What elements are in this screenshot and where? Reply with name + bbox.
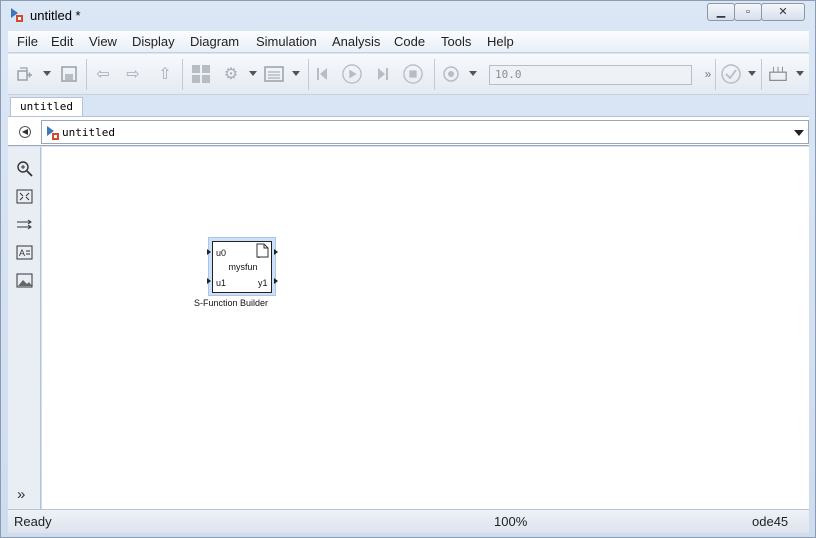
hide-explorer-icon[interactable]: ◀	[19, 126, 31, 138]
route-lines-icon[interactable]	[16, 216, 33, 233]
run-icon[interactable]	[342, 64, 362, 84]
status-bar: Ready 100% ode45	[8, 509, 809, 533]
menu-file[interactable]: File	[17, 34, 38, 49]
explorer-bar: ◀ untitled	[8, 116, 809, 146]
minimize-button[interactable]: ▁	[707, 3, 735, 21]
step-forward-icon[interactable]	[372, 64, 392, 84]
model-path-field[interactable]: untitled	[41, 120, 809, 144]
window-title: untitled *	[30, 8, 81, 23]
solver-name[interactable]: ode45	[752, 514, 788, 529]
inport-label: u1	[216, 278, 227, 288]
toolbar: ⇦ ⇨ ⇧ ⚙ 10.0 »	[8, 54, 809, 95]
tab-untitled[interactable]: untitled	[10, 97, 83, 116]
menu-diagram[interactable]: Diagram	[190, 34, 239, 49]
block-caption[interactable]: S-Function Builder	[194, 298, 268, 308]
toolbar-separator	[308, 59, 309, 90]
toolbar-separator	[434, 59, 435, 90]
block-function-name: mysfun	[228, 262, 258, 272]
toolbar-separator	[86, 59, 87, 90]
model-path: untitled	[62, 126, 115, 139]
toolbar-separator	[761, 59, 762, 90]
image-icon[interactable]	[16, 272, 33, 289]
stop-icon[interactable]	[403, 64, 423, 84]
forward-icon[interactable]: ⇨	[123, 64, 143, 84]
toolbar-separator	[715, 59, 716, 90]
expand-palette-icon[interactable]: »	[17, 486, 25, 503]
up-icon[interactable]: ⇧	[155, 64, 175, 84]
document-icon	[256, 243, 269, 258]
menu-bar: File Edit View Display Diagram Simulatio…	[8, 31, 809, 53]
build-icon[interactable]	[768, 64, 788, 84]
menu-tools[interactable]: Tools	[441, 34, 471, 49]
simulink-app-icon	[11, 8, 23, 22]
config-dropdown-icon[interactable]	[249, 71, 257, 76]
menu-display[interactable]: Display	[132, 34, 175, 49]
stop-time-input[interactable]: 10.0	[489, 65, 692, 85]
s-function-builder-block[interactable]: u0 u1 y0 y1 mysfun	[207, 237, 278, 296]
explorer-dropdown-icon[interactable]	[292, 71, 300, 76]
menu-help[interactable]: Help	[487, 34, 514, 49]
record-dropdown-icon[interactable]	[469, 71, 477, 76]
title-bar: untitled * ▁ ▫ ✕	[1, 1, 815, 30]
zoom-level: 100%	[494, 514, 528, 529]
menu-code[interactable]: Code	[394, 34, 425, 49]
back-icon[interactable]: ⇦	[93, 64, 113, 84]
menu-analysis[interactable]: Analysis	[332, 34, 380, 49]
build-dropdown-icon[interactable]	[796, 71, 804, 76]
maximize-button[interactable]: ▫	[734, 3, 762, 21]
block-body[interactable]: u0 u1 y0 y1 mysfun	[212, 241, 272, 293]
outport-y0-arrow	[274, 249, 278, 255]
step-back-icon[interactable]	[313, 64, 333, 84]
svg-text:A: A	[19, 248, 25, 258]
fit-view-icon[interactable]	[16, 188, 33, 205]
model-icon	[47, 126, 59, 140]
outport-label: y1	[258, 278, 268, 288]
save-icon[interactable]	[59, 64, 79, 84]
check-dropdown-icon[interactable]	[748, 71, 756, 76]
model-config-icon[interactable]: ⚙	[221, 64, 241, 84]
menu-view[interactable]: View	[89, 34, 117, 49]
simulink-window: untitled * ▁ ▫ ✕ File Edit View Display …	[0, 0, 816, 538]
path-dropdown-icon[interactable]	[794, 130, 804, 136]
new-model-dropdown-icon[interactable]	[43, 71, 51, 76]
tab-strip: untitled	[8, 96, 809, 116]
menu-simulation[interactable]: Simulation	[256, 34, 317, 49]
close-button[interactable]: ✕	[761, 3, 805, 21]
inport-label: u0	[216, 248, 227, 258]
record-icon[interactable]	[441, 64, 461, 84]
new-model-icon[interactable]	[14, 64, 34, 84]
model-explorer-icon[interactable]	[264, 64, 284, 84]
status-text: Ready	[14, 514, 52, 529]
model-canvas[interactable]: u0 u1 y0 y1 mysfun S-Function Builder	[42, 147, 809, 509]
inport-u0-arrow	[207, 249, 211, 255]
check-icon[interactable]	[721, 64, 741, 84]
toolbar-separator	[182, 59, 183, 90]
zoom-icon[interactable]	[16, 160, 33, 177]
menu-edit[interactable]: Edit	[51, 34, 73, 49]
outport-y1-arrow	[274, 278, 278, 284]
annotation-icon[interactable]: A	[16, 244, 33, 261]
palette: A »	[8, 147, 41, 509]
inport-u1-arrow	[207, 278, 211, 284]
library-browser-icon[interactable]	[191, 64, 211, 84]
